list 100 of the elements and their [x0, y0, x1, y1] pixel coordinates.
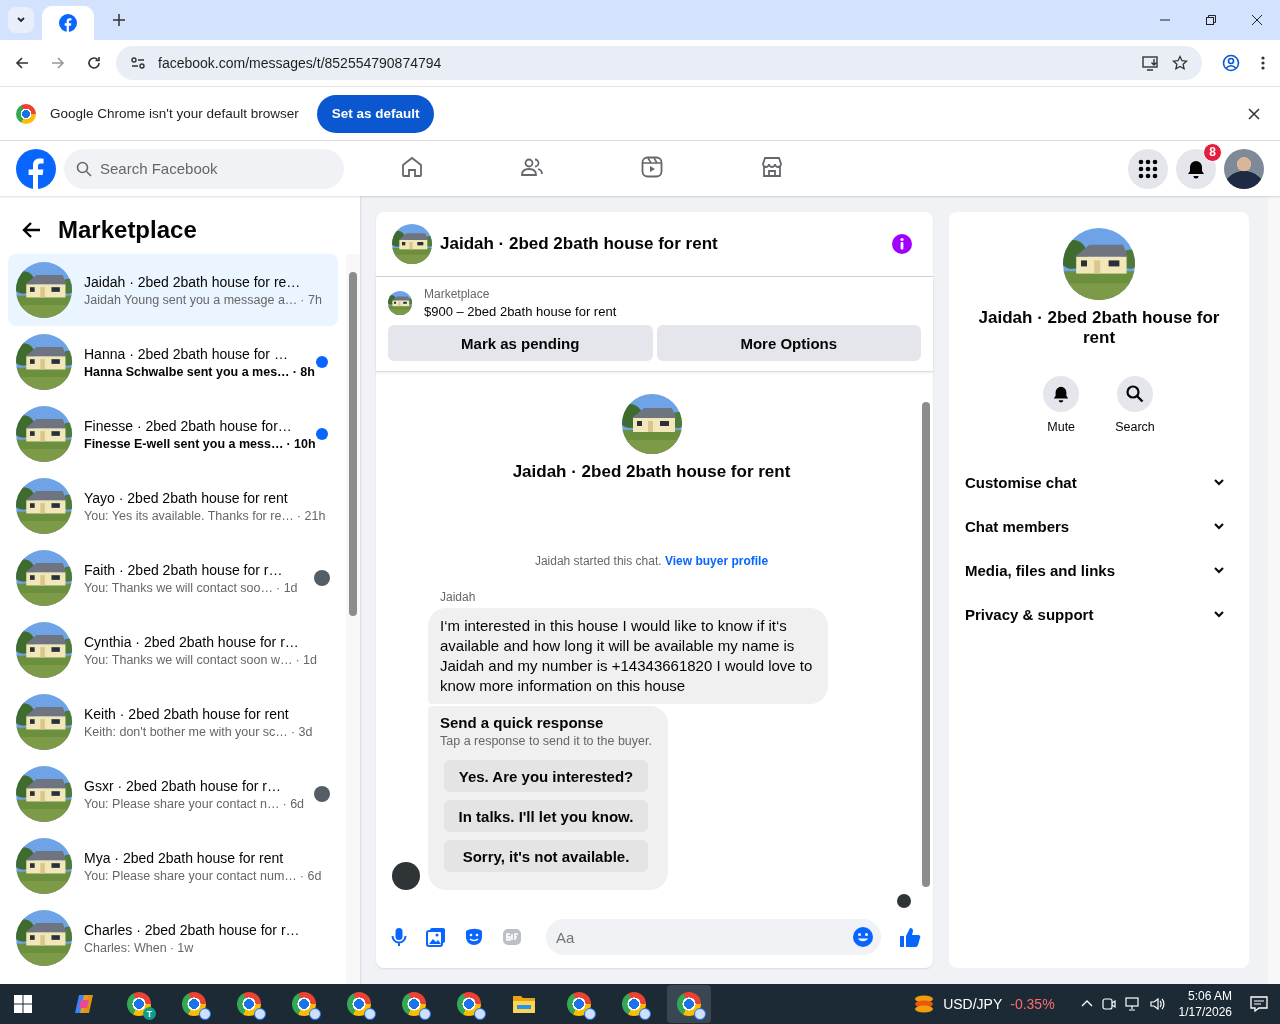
- menu-icon[interactable]: [1260, 55, 1266, 71]
- new-tab-icon[interactable]: [112, 13, 126, 27]
- scrollbar[interactable]: [1268, 196, 1280, 984]
- quick-response-button[interactable]: Yes. Are you interested?: [444, 760, 648, 792]
- read-receipt-avatar: [897, 894, 911, 908]
- message-preview: Charles: When: [84, 940, 167, 955]
- camera-icon[interactable]: [1100, 996, 1117, 1012]
- currency-change: -0.35%: [1010, 996, 1055, 1012]
- set-default-button[interactable]: Set as default: [316, 94, 435, 133]
- conversation-title: Cynthia · 2bed 2bath house for r…: [84, 633, 300, 650]
- image-icon[interactable]: [426, 927, 446, 947]
- sender-name: Jaidah: [440, 590, 477, 604]
- install-icon[interactable]: [1142, 55, 1160, 71]
- thumbs-up-icon[interactable]: [899, 926, 921, 948]
- conversation-item[interactable]: Faith · 2bed 2bath house for r… You: Thanks we will contact soo… · 1d: [8, 542, 338, 614]
- scrollbar[interactable]: [346, 254, 360, 984]
- volume-icon[interactable]: [1148, 996, 1165, 1012]
- facebook-logo[interactable]: [16, 148, 56, 189]
- search-field[interactable]: Search Facebook: [64, 148, 344, 189]
- bell-icon: [1052, 385, 1071, 403]
- section-header[interactable]: Privacy & support: [957, 592, 1241, 636]
- bell-icon: [1186, 158, 1206, 179]
- forward-icon[interactable]: [50, 55, 66, 71]
- close-icon[interactable]: [1248, 107, 1260, 120]
- action-label: Mute: [1047, 420, 1076, 434]
- profile-badge: [639, 1008, 651, 1020]
- star-icon[interactable]: [1172, 55, 1188, 71]
- message-preview: You: Thanks we will contact soon w…: [84, 652, 293, 667]
- conversation-title: Jaidah · 2bed 2bath house for re…: [84, 273, 302, 290]
- account-avatar[interactable]: [1224, 148, 1264, 189]
- reload-icon[interactable]: [86, 55, 102, 71]
- chrome-icon: [677, 992, 701, 1016]
- notification-badge: 8: [1203, 142, 1222, 162]
- message-time: · 6d: [299, 868, 322, 883]
- chrome-icon: [347, 992, 371, 1016]
- taskbar-app[interactable]: [667, 985, 711, 1023]
- browser-tab[interactable]: [42, 6, 94, 40]
- network-icon[interactable]: [1124, 996, 1141, 1012]
- conversation-item[interactable]: Hanna · 2bed 2bath house for … Hanna Schwalbe sent you a mes… · 8h: [8, 326, 338, 398]
- close-icon[interactable]: [1251, 14, 1263, 26]
- profile-badge: [584, 1008, 596, 1020]
- profile-badge: [474, 1008, 486, 1020]
- info-icon[interactable]: [891, 233, 913, 255]
- conversation-item[interactable]: Gsxr · 2bed 2bath house for r… You: Please share your contact n… · 6d: [8, 758, 338, 830]
- back-icon[interactable]: [14, 55, 30, 71]
- caret-icon: [16, 15, 26, 25]
- conversation-item[interactable]: Finesse · 2bed 2bath house for… Finesse E-well sent you a mess… · 10h: [8, 398, 338, 470]
- message-time: · 1d: [295, 652, 317, 667]
- listing-name[interactable]: $900 – 2bed 2bath house for rent: [424, 304, 617, 319]
- section-header[interactable]: Media, files and links: [957, 548, 1241, 592]
- menu-button[interactable]: [1128, 148, 1168, 189]
- sticker-icon[interactable]: [464, 927, 484, 947]
- listing-action-button[interactable]: More Options: [656, 325, 921, 361]
- conversation-item[interactable]: Mya · 2bed 2bath house for rent You: Please share your contact num… · 6d: [8, 830, 338, 902]
- profile-badge: [254, 1008, 266, 1020]
- clock-date[interactable]: 1/17/2026: [1178, 1004, 1232, 1020]
- conversation-item[interactable]: Charles · 2bed 2bath house for r… Charles: When · 1w: [8, 902, 338, 974]
- site-settings-icon[interactable]: [130, 55, 146, 71]
- notification-center-icon[interactable]: [1250, 995, 1268, 1013]
- action-button[interactable]: [1043, 376, 1080, 412]
- conversation-item[interactable]: Yayo · 2bed 2bath house for rent You: Yes its available. Thanks for re… · 21h: [8, 470, 338, 542]
- quick-response-button[interactable]: Sorry, it's not available.: [444, 840, 648, 872]
- conversation-item[interactable]: Keith · 2bed 2bath house for rent Keith: don't bother me with your sc… · 3d: [8, 686, 338, 758]
- message-bubble: I‘m interested in this house I would like to know if it‘s available and how long it will be available my name is Jaidah and my number is +14343661820 I would love to know more information on this house: [428, 608, 828, 704]
- conversation-item[interactable]: Jaidah · 2bed 2bath house for re… Jaidah Young sent you a message a… · 7h: [8, 254, 338, 326]
- listing-action-button[interactable]: Mark as pending: [388, 325, 653, 361]
- tab-search-button[interactable]: [8, 7, 34, 33]
- message-preview: Jaidah Young sent you a message a…: [84, 292, 298, 307]
- windows-icon[interactable]: [14, 995, 32, 1013]
- quick-response-button[interactable]: In talks. I'll let you know.: [444, 800, 648, 832]
- unread-dot: [316, 428, 328, 440]
- infobar-text: Google Chrome isn't your default browser: [50, 106, 299, 121]
- message-time: · 6d: [282, 796, 305, 811]
- microphone-icon[interactable]: [390, 927, 408, 947]
- action-button[interactable]: [1117, 376, 1153, 412]
- message-time: · 1w: [169, 940, 194, 955]
- coins-icon: [913, 993, 936, 1015]
- message-preview: You: Yes its available. Thanks for re…: [84, 508, 294, 523]
- section-header[interactable]: Customise chat: [957, 460, 1241, 504]
- conversation-title: Charles · 2bed 2bath house for r…: [84, 921, 301, 938]
- clock-time[interactable]: 5:06 AM: [1187, 988, 1232, 1004]
- chrome-icon: [127, 992, 151, 1016]
- chat-intro-title: Jaidah · 2bed 2bath house for rent: [512, 462, 791, 482]
- back-icon[interactable]: [22, 220, 42, 240]
- notifications-button[interactable]: [1176, 148, 1216, 189]
- buyer-profile-link[interactable]: View buyer profile: [664, 554, 769, 568]
- conversation-title: Gsxr · 2bed 2bath house for r…: [84, 777, 282, 794]
- conversation-item[interactable]: Cynthia · 2bed 2bath house for r… You: Thanks we will contact soon w… · 1d: [8, 614, 338, 686]
- store-icon: [760, 155, 784, 179]
- chrome-icon: [402, 992, 426, 1016]
- emoji-icon[interactable]: [852, 926, 874, 948]
- address-field[interactable]: facebook.com/messages/t/852554790874794: [116, 46, 1202, 80]
- conversation-title: Hanna · 2bed 2bath house for …: [84, 345, 289, 362]
- conversation-title: Finesse · 2bed 2bath house for…: [84, 417, 293, 434]
- section-header[interactable]: Chat members: [957, 504, 1241, 548]
- message-preview: Keith: don't bother me with your sc…: [84, 724, 288, 739]
- message-field[interactable]: Aa: [546, 919, 881, 955]
- profile-badge: [364, 1008, 376, 1020]
- restore-icon[interactable]: [1205, 14, 1217, 26]
- profile-icon[interactable]: [1222, 54, 1240, 72]
